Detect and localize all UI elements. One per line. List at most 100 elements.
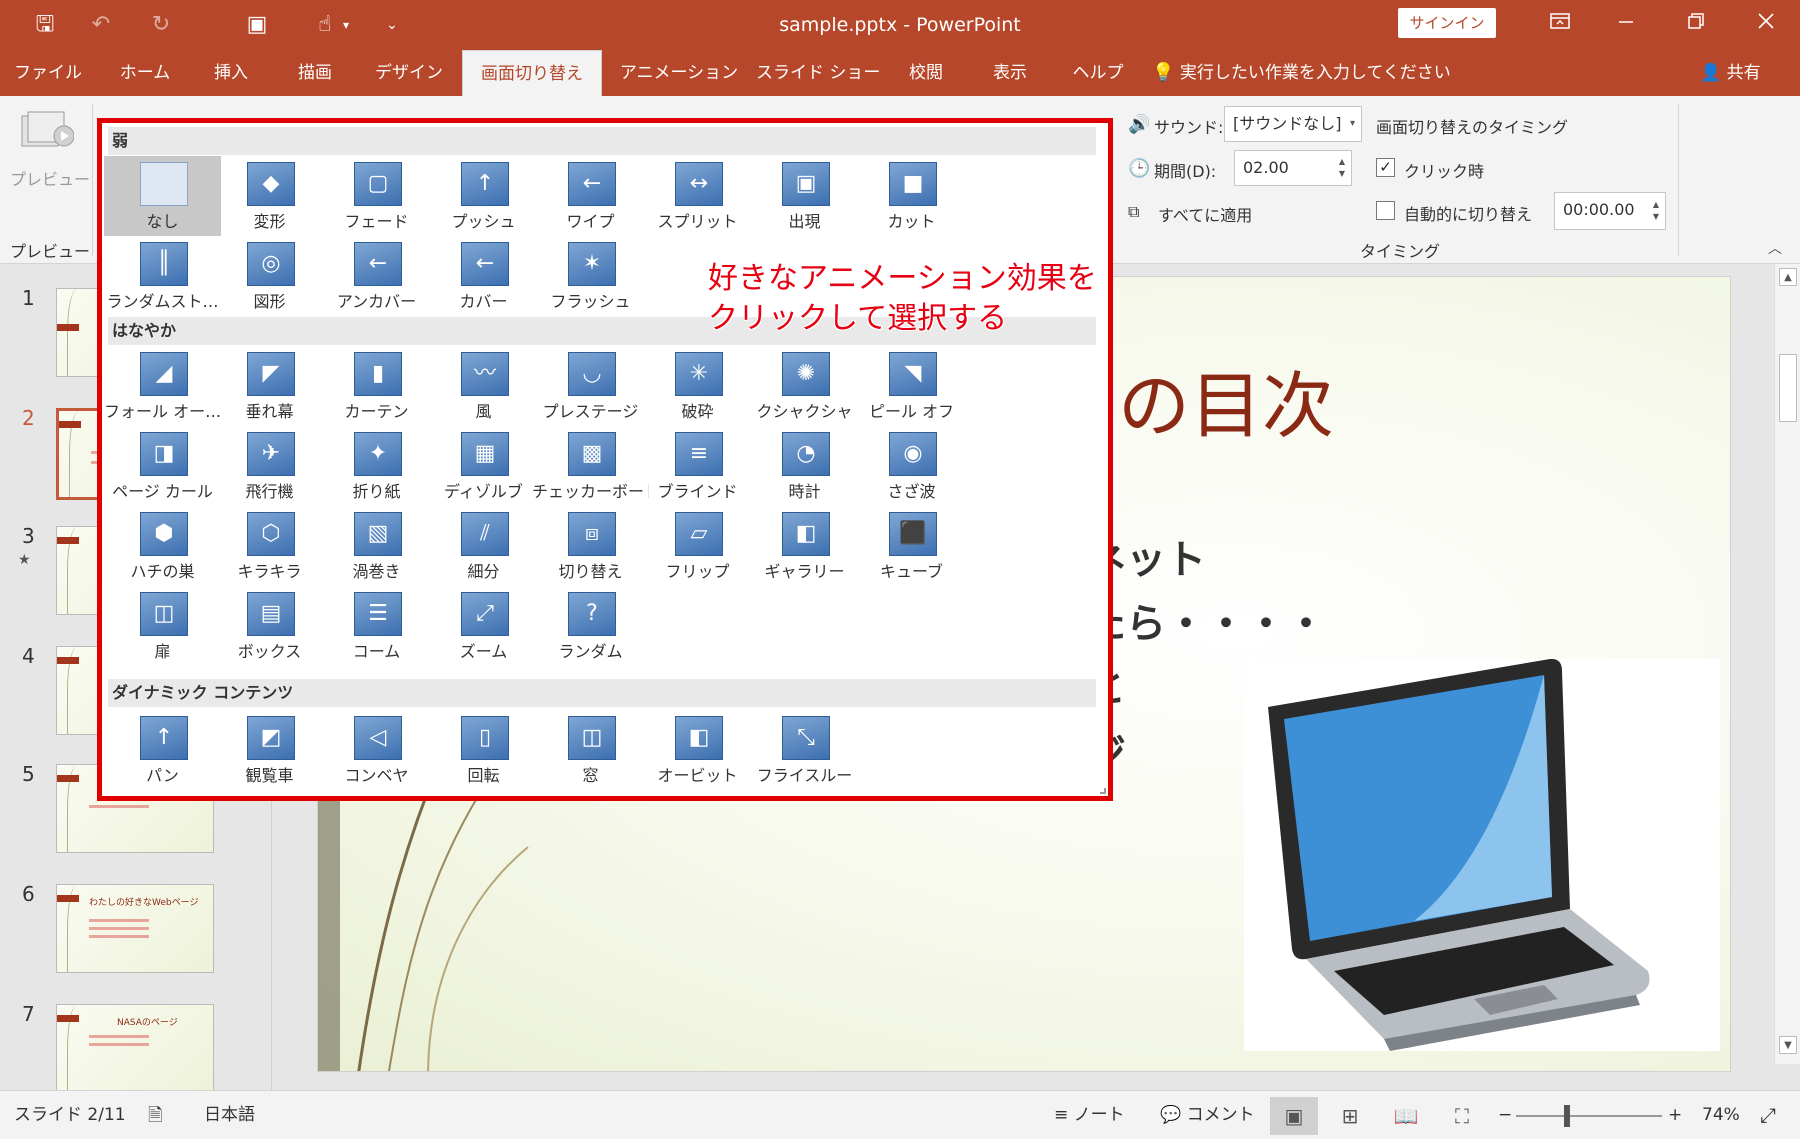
resize-grip-icon[interactable] — [1100, 788, 1106, 794]
reading-view-icon[interactable]: 📖 — [1382, 1097, 1430, 1135]
tab-view[interactable]: 表示 — [980, 50, 1040, 96]
scroll-down-icon[interactable]: ▼ — [1779, 1036, 1797, 1054]
transition-origami[interactable]: ✦ 折り紙 — [318, 426, 435, 506]
transition-random-bars[interactable]: ║ ランダムスト… — [104, 236, 221, 316]
sound-select[interactable]: [サウンドなし] ▾ — [1224, 106, 1362, 142]
spin-down-icon[interactable]: ▼ — [1335, 169, 1349, 178]
notes-button[interactable]: ≡ ノート — [1054, 1091, 1125, 1139]
ribbon-display-options-icon[interactable] — [1530, 0, 1590, 46]
tab-review[interactable]: 校閲 — [896, 50, 956, 96]
transition-blinds[interactable]: ≡ ブラインド — [639, 426, 756, 506]
slide-text-line[interactable]: たら・・・・ — [1086, 591, 1326, 649]
transition-wind[interactable]: 〰風 — [425, 346, 542, 426]
scroll-up-icon[interactable]: ▲ — [1779, 268, 1797, 286]
transition-cut[interactable]: ■ カット — [853, 156, 970, 236]
transition-push[interactable]: ↑ プッシュ — [425, 156, 542, 236]
restore-icon[interactable] — [1666, 0, 1726, 46]
spelling-icon[interactable]: 🗎 — [148, 1091, 162, 1139]
transition-fall-over[interactable]: ◢ フォール オー… — [104, 346, 221, 426]
transition-honeycomb[interactable]: ⬢ ハチの巣 — [104, 506, 221, 586]
fit-to-window-icon[interactable]: ⤢ — [1760, 1091, 1776, 1139]
zoom-in-button[interactable]: + — [1668, 1091, 1682, 1139]
transition-glitter[interactable]: ⬡ キラキラ — [211, 506, 328, 586]
transition-shred[interactable]: ⫽ 細分 — [425, 506, 542, 586]
language-indicator[interactable]: 日本語 — [204, 1091, 255, 1139]
tab-home[interactable]: ホーム — [108, 50, 182, 96]
tab-slideshow[interactable]: スライド ショー — [756, 50, 880, 96]
share-button[interactable]: 👤 共有 — [1700, 50, 1761, 96]
transition-ripple[interactable]: ◉ さざ波 — [853, 426, 970, 506]
transition-fly-through[interactable]: ⤡ フライスルー — [746, 710, 863, 790]
minimize-icon[interactable] — [1596, 0, 1656, 46]
spin-down-icon[interactable]: ▼ — [1649, 212, 1663, 221]
transition-switch[interactable]: ⧈ 切り替え — [532, 506, 649, 586]
transition-box[interactable]: ▤ ボックス — [211, 586, 328, 666]
transition-flip[interactable]: ▱ フリップ — [639, 506, 756, 586]
preview-button-label[interactable]: プレビュー — [10, 166, 90, 190]
transition-morph[interactable]: ◆ 変形 — [211, 156, 328, 236]
transition-cube[interactable]: ⬛ キューブ — [853, 506, 970, 586]
transition-gallery[interactable]: ◧ ギャラリー — [746, 506, 863, 586]
slideshow-view-icon[interactable]: ⛶ — [1438, 1097, 1486, 1135]
zoom-level[interactable]: 74% — [1702, 1091, 1740, 1139]
tab-help[interactable]: ヘルプ — [1064, 50, 1132, 96]
transition-cover[interactable]: ← カバー — [425, 236, 542, 316]
transition-split[interactable]: ↔ スプリット — [639, 156, 756, 236]
transition-orbit[interactable]: ◧ オービット — [639, 710, 756, 790]
apply-all-button[interactable]: すべてに適用 — [1158, 202, 1252, 226]
transition-crush[interactable]: ✺ クシャクシャ — [746, 346, 863, 426]
transition-fade[interactable]: ▢ フェード — [318, 156, 435, 236]
transition-flash[interactable]: ✶ フラッシュ — [532, 236, 649, 316]
tab-insert[interactable]: 挿入 — [196, 50, 266, 96]
spin-up-icon[interactable]: ▲ — [1335, 157, 1349, 166]
transition-page-curl[interactable]: ◨ ページ カール — [104, 426, 221, 506]
comments-button[interactable]: 💬 コメント — [1160, 1091, 1255, 1139]
transition-ferris-wheel[interactable]: ◩ 観覧車 — [211, 710, 328, 790]
collapse-ribbon-icon[interactable]: ︿ — [1768, 238, 1782, 258]
transition-window[interactable]: ◫ 窓 — [532, 710, 649, 790]
scroll-thumb[interactable] — [1779, 354, 1797, 422]
slide-title[interactable]: の目次 — [1118, 347, 1334, 452]
transition-fracture[interactable]: ✳ 破砕 — [639, 346, 756, 426]
transition-shape[interactable]: ◎ 図形 — [211, 236, 328, 316]
slide-sorter-icon[interactable]: ⊞ — [1326, 1097, 1374, 1135]
normal-view-icon[interactable]: ▣ — [1270, 1097, 1318, 1135]
preview-icon[interactable] — [18, 110, 75, 156]
duration-input[interactable]: 02.00 ▲ ▼ — [1234, 150, 1352, 186]
tell-me-box[interactable]: 💡 実行したい作業を入力してください — [1152, 50, 1451, 96]
transition-clock[interactable]: ◔ 時計 — [746, 426, 863, 506]
transition-reveal[interactable]: ▣ 出現 — [746, 156, 863, 236]
transition-random[interactable]: ? ランダム — [532, 586, 649, 666]
transition-dissolve[interactable]: ▦ ディゾルブ — [425, 426, 542, 506]
tab-file[interactable]: ファイル — [6, 50, 90, 96]
zoom-slider-thumb[interactable] — [1564, 1105, 1570, 1127]
signin-button[interactable]: サインイン — [1398, 8, 1496, 38]
vertical-scrollbar[interactable]: ▲ ▼ — [1774, 264, 1800, 1064]
zoom-out-button[interactable]: − — [1498, 1091, 1512, 1139]
transition-conveyor[interactable]: ◁ コンベヤ — [318, 710, 435, 790]
slide-thumbnail-7[interactable]: NASAのページ — [56, 1004, 214, 1090]
transition-zoom[interactable]: ⤢ ズーム — [425, 586, 542, 666]
tab-draw[interactable]: 描画 — [280, 50, 350, 96]
auto-after-time-input[interactable]: 00:00.00 ▲ ▼ — [1554, 192, 1666, 230]
transition-rotate[interactable]: ▯ 回転 — [425, 710, 542, 790]
transition-doors[interactable]: ◫ 扉 — [104, 586, 221, 666]
transition-pan[interactable]: ↑ パン — [104, 710, 221, 790]
zoom-slider-track[interactable] — [1516, 1115, 1662, 1117]
transition-prestige[interactable]: ◡ プレステージ — [532, 346, 649, 426]
tab-animations[interactable]: アニメーション — [614, 50, 744, 96]
slide-thumbnail-6[interactable]: わたしの好きなWebページ — [56, 884, 214, 973]
transition-peel-off[interactable]: ◥ ピール オフ — [853, 346, 970, 426]
close-icon[interactable] — [1736, 0, 1796, 46]
laptop-image[interactable] — [1244, 658, 1720, 1051]
spin-up-icon[interactable]: ▲ — [1649, 200, 1663, 209]
transition-curtains[interactable]: ▮ カーテン — [318, 346, 435, 426]
transition-none[interactable]: なし — [104, 156, 221, 236]
on-click-checkbox[interactable]: ✓ — [1376, 158, 1395, 177]
transition-airplane[interactable]: ✈ 飛行機 — [211, 426, 328, 506]
tab-design[interactable]: デザイン — [364, 50, 454, 96]
transition-vortex[interactable]: ▧ 渦巻き — [318, 506, 435, 586]
transition-drape[interactable]: ◤ 垂れ幕 — [211, 346, 328, 426]
transition-comb[interactable]: ☰ コーム — [318, 586, 435, 666]
tab-transitions[interactable]: 画面切り替え — [462, 50, 602, 96]
